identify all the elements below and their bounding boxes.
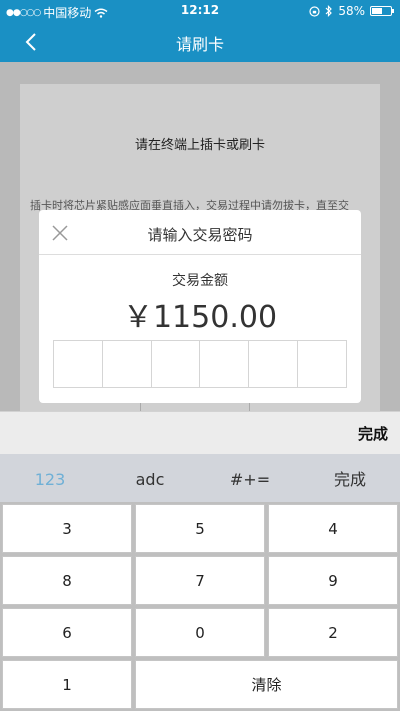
mode-letters[interactable]: adc <box>100 454 200 502</box>
insert-card-heading: 请在终端上插卡或刷卡 <box>134 138 265 153</box>
numeric-keypad: 3 5 4 8 7 9 6 0 2 1 清除 <box>0 502 400 711</box>
key[interactable]: 1 <box>2 660 132 709</box>
page-title: 请刷卡 <box>175 35 224 54</box>
key[interactable]: 0 <box>135 608 265 657</box>
password-digit <box>200 341 250 387</box>
dialog-divider <box>39 254 361 255</box>
battery-percent: 58% <box>338 4 365 18</box>
keyboard-done-button[interactable]: 完成 <box>300 454 400 502</box>
password-digit <box>249 341 299 387</box>
battery-icon <box>370 6 394 16</box>
status-bar: ●●○○○ 中国移动 12:12 58% <box>0 0 400 22</box>
key[interactable]: 6 <box>2 608 132 657</box>
bluetooth-icon <box>325 5 333 17</box>
key[interactable]: 3 <box>2 504 132 553</box>
keyboard-mode-bar: 123 adc #+= 完成 <box>0 454 400 502</box>
dialog-title: 请输入交易密码 <box>147 226 253 244</box>
key[interactable]: 9 <box>268 556 398 605</box>
password-digit <box>152 341 201 387</box>
key[interactable]: 5 <box>135 504 265 553</box>
amount-value: ￥1150.00 <box>122 300 278 335</box>
mode-symbols[interactable]: #+= <box>200 454 300 502</box>
key[interactable]: 2 <box>268 608 398 657</box>
lock-rotation-icon <box>309 5 320 17</box>
password-digit <box>54 341 103 387</box>
mode-numeric[interactable]: 123 <box>0 454 100 502</box>
password-input[interactable] <box>53 340 347 388</box>
nav-bar: 请刷卡 <box>0 22 400 62</box>
password-dialog: 请输入交易密码 交易金额 ￥1150.00 <box>39 210 361 403</box>
amount-label: 交易金额 <box>172 273 228 289</box>
clear-key[interactable]: 清除 <box>135 660 398 709</box>
keyboard-toolbar: 完成 <box>0 411 400 454</box>
password-digit <box>298 341 346 387</box>
done-button[interactable]: 完成 <box>358 423 388 444</box>
key[interactable]: 8 <box>2 556 132 605</box>
password-digit <box>103 341 152 387</box>
key[interactable]: 4 <box>268 504 398 553</box>
key[interactable]: 7 <box>135 556 265 605</box>
